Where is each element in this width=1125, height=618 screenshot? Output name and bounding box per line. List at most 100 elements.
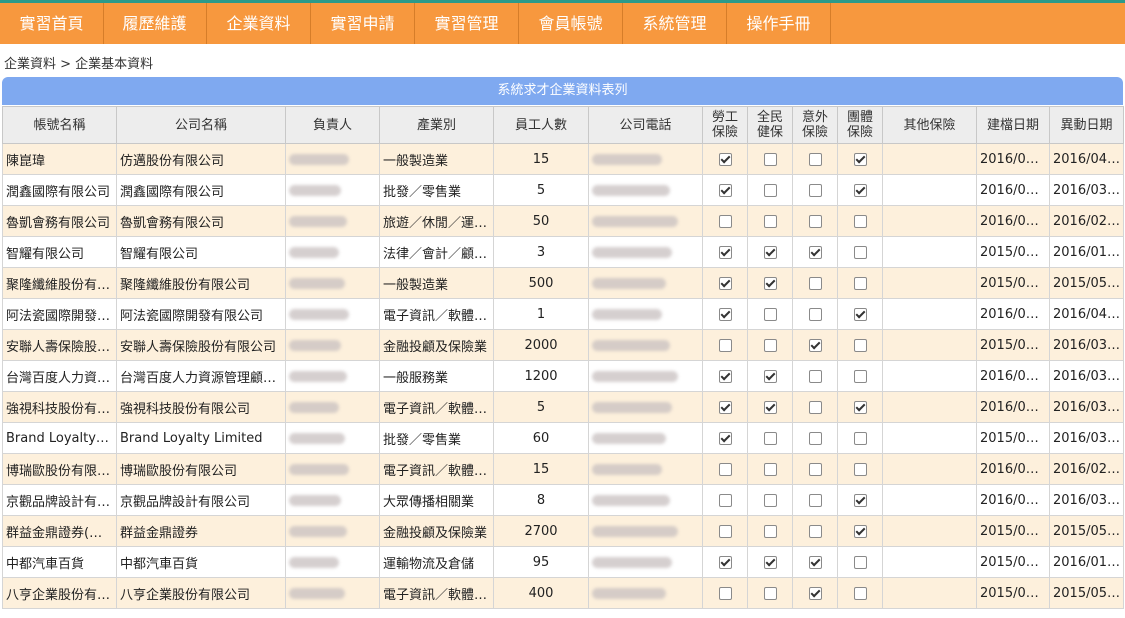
checkbox[interactable] (853, 152, 867, 166)
column-header[interactable]: 帳號名稱 (2, 106, 117, 144)
checkbox[interactable] (718, 338, 732, 352)
column-header[interactable]: 員工人數 (493, 106, 589, 144)
checkbox[interactable] (853, 586, 867, 600)
table-row[interactable]: 智耀有限公司 智耀有限公司 法律／會計／顧問… 3 2015/04… 2016/01… (2, 236, 1124, 268)
column-header[interactable]: 其他保險 (882, 106, 977, 144)
checkbox[interactable] (763, 307, 777, 321)
checkbox[interactable] (808, 524, 822, 538)
checkbox[interactable] (763, 152, 777, 166)
checkbox[interactable] (718, 462, 732, 476)
column-header[interactable]: 全民 健保 (747, 106, 793, 144)
checkbox[interactable] (763, 338, 777, 352)
insurance-checkbox-cell (837, 205, 883, 237)
checkbox[interactable] (808, 555, 822, 569)
checkbox[interactable] (853, 369, 867, 383)
nav-item-5[interactable]: 實習管理 (415, 3, 519, 44)
column-header[interactable]: 團體 保險 (837, 106, 883, 144)
checkbox[interactable] (808, 214, 822, 228)
checkbox[interactable] (763, 586, 777, 600)
checkbox[interactable] (763, 524, 777, 538)
column-header[interactable]: 公司名稱 (116, 106, 286, 144)
table-row[interactable]: 台灣百度人力資… 台灣百度人力資源管理顧… 一般服務業 1200 2016/03… 201… (2, 360, 1124, 392)
checkbox[interactable] (763, 400, 777, 414)
checkbox[interactable] (853, 307, 867, 321)
nav-item-3[interactable]: 企業資料 (207, 3, 311, 44)
checkbox[interactable] (763, 276, 777, 290)
table-row[interactable]: 陳崑瑋 仿邁股份有限公司 一般製造業 15 2016/04… 2016/04… (2, 143, 1124, 175)
checkbox[interactable] (808, 431, 822, 445)
checkbox[interactable] (853, 493, 867, 507)
table-row[interactable]: 中都汽車百貨 中都汽車百貨 運輸物流及倉儲 95 2015/04… 2016/01… (2, 546, 1124, 578)
table-row[interactable]: 群益金鼎證券(股… 群益金鼎證券 金融投顧及保險業 2700 2015/04… 2015/… (2, 515, 1124, 547)
redacted-text (289, 153, 349, 165)
table-row[interactable]: 京觀品牌設計有… 京觀品牌設計有限公司 大眾傳播相關業 8 2016/02… 2016/0… (2, 484, 1124, 516)
column-header[interactable]: 勞工 保險 (702, 106, 748, 144)
table-row[interactable]: 魯凱會務有限公司 魯凱會務有限公司 旅遊／休閒／運動業 50 2016/02… 2016/… (2, 205, 1124, 237)
checkbox[interactable] (763, 183, 777, 197)
checkbox[interactable] (808, 338, 822, 352)
column-header[interactable]: 意外 保險 (792, 106, 838, 144)
nav-item-8[interactable]: 操作手冊 (727, 3, 831, 44)
nav-item-1[interactable]: 實習首頁 (0, 3, 104, 44)
nav-item-7[interactable]: 系統管理 (623, 3, 727, 44)
column-header[interactable]: 公司電話 (588, 106, 703, 144)
checkbox[interactable] (853, 183, 867, 197)
checkbox[interactable] (853, 214, 867, 228)
checkbox[interactable] (853, 462, 867, 476)
checkbox[interactable] (763, 555, 777, 569)
checkbox[interactable] (808, 245, 822, 259)
checkbox[interactable] (718, 524, 732, 538)
checkbox[interactable] (808, 400, 822, 414)
checkbox[interactable] (808, 586, 822, 600)
nav-item-6[interactable]: 會員帳號 (519, 3, 623, 44)
checkbox[interactable] (718, 555, 732, 569)
table-row[interactable]: 阿法瓷國際開發… 阿法瓷國際開發有限公司 電子資訊／軟體／… 1 2016/04… 201… (2, 298, 1124, 330)
column-header[interactable]: 產業別 (379, 106, 494, 144)
checkbox[interactable] (718, 152, 732, 166)
table-row[interactable]: 聚隆纖維股份有… 聚隆纖維股份有限公司 一般製造業 500 2015/04… 2015/0… (2, 267, 1124, 299)
checkbox[interactable] (718, 400, 732, 414)
checkbox[interactable] (763, 431, 777, 445)
checkbox[interactable] (808, 183, 822, 197)
checkbox[interactable] (763, 214, 777, 228)
column-header[interactable]: 負責人 (285, 106, 380, 144)
table-row[interactable]: Brand Loyalty Li… Brand Loyalty Limited 批發… (2, 422, 1124, 454)
checkbox[interactable] (808, 307, 822, 321)
checkbox[interactable] (853, 338, 867, 352)
nav-item-4[interactable]: 實習申請 (311, 3, 415, 44)
checkbox[interactable] (718, 369, 732, 383)
checkbox[interactable] (718, 493, 732, 507)
table-row[interactable]: 強視科技股份有… 強視科技股份有限公司 電子資訊／軟體／… 5 2016/03… 2016… (2, 391, 1124, 423)
checkbox[interactable] (718, 245, 732, 259)
checkbox[interactable] (808, 369, 822, 383)
column-header[interactable]: 建檔日期 (976, 106, 1050, 144)
account-name-cell: 群益金鼎證券(股… (2, 515, 117, 547)
column-header[interactable]: 異動日期 (1049, 106, 1124, 144)
nav-item-2[interactable]: 履歷維護 (103, 3, 207, 44)
table-row[interactable]: 八亨企業股份有… 八亨企業股份有限公司 電子資訊／軟體／… 400 2015/04… 20… (2, 577, 1124, 609)
checkbox[interactable] (718, 431, 732, 445)
table-row[interactable]: 潤鑫國際有限公司 潤鑫國際有限公司 批發／零售業 5 2016/02… 2016/03… (2, 174, 1124, 206)
checkbox[interactable] (718, 307, 732, 321)
checkbox[interactable] (808, 152, 822, 166)
checkbox[interactable] (763, 369, 777, 383)
checkbox[interactable] (853, 555, 867, 569)
checkbox[interactable] (763, 245, 777, 259)
checkbox[interactable] (808, 462, 822, 476)
checkbox[interactable] (853, 245, 867, 259)
checkbox[interactable] (853, 400, 867, 414)
checkbox[interactable] (808, 276, 822, 290)
redacted-text (592, 432, 666, 444)
checkbox[interactable] (718, 586, 732, 600)
checkbox[interactable] (853, 431, 867, 445)
checkbox[interactable] (763, 462, 777, 476)
checkbox[interactable] (763, 493, 777, 507)
checkbox[interactable] (718, 183, 732, 197)
checkbox[interactable] (853, 276, 867, 290)
checkbox[interactable] (853, 524, 867, 538)
table-row[interactable]: 博瑞歐股份有限… 博瑞歐股份有限公司 電子資訊／軟體／… 15 2016/02… 2016… (2, 453, 1124, 485)
checkbox[interactable] (718, 214, 732, 228)
checkbox[interactable] (808, 493, 822, 507)
table-row[interactable]: 安聯人壽保險股… 安聯人壽保險股份有限公司 金融投顧及保險業 2000 2015/04…… (2, 329, 1124, 361)
checkbox[interactable] (718, 276, 732, 290)
